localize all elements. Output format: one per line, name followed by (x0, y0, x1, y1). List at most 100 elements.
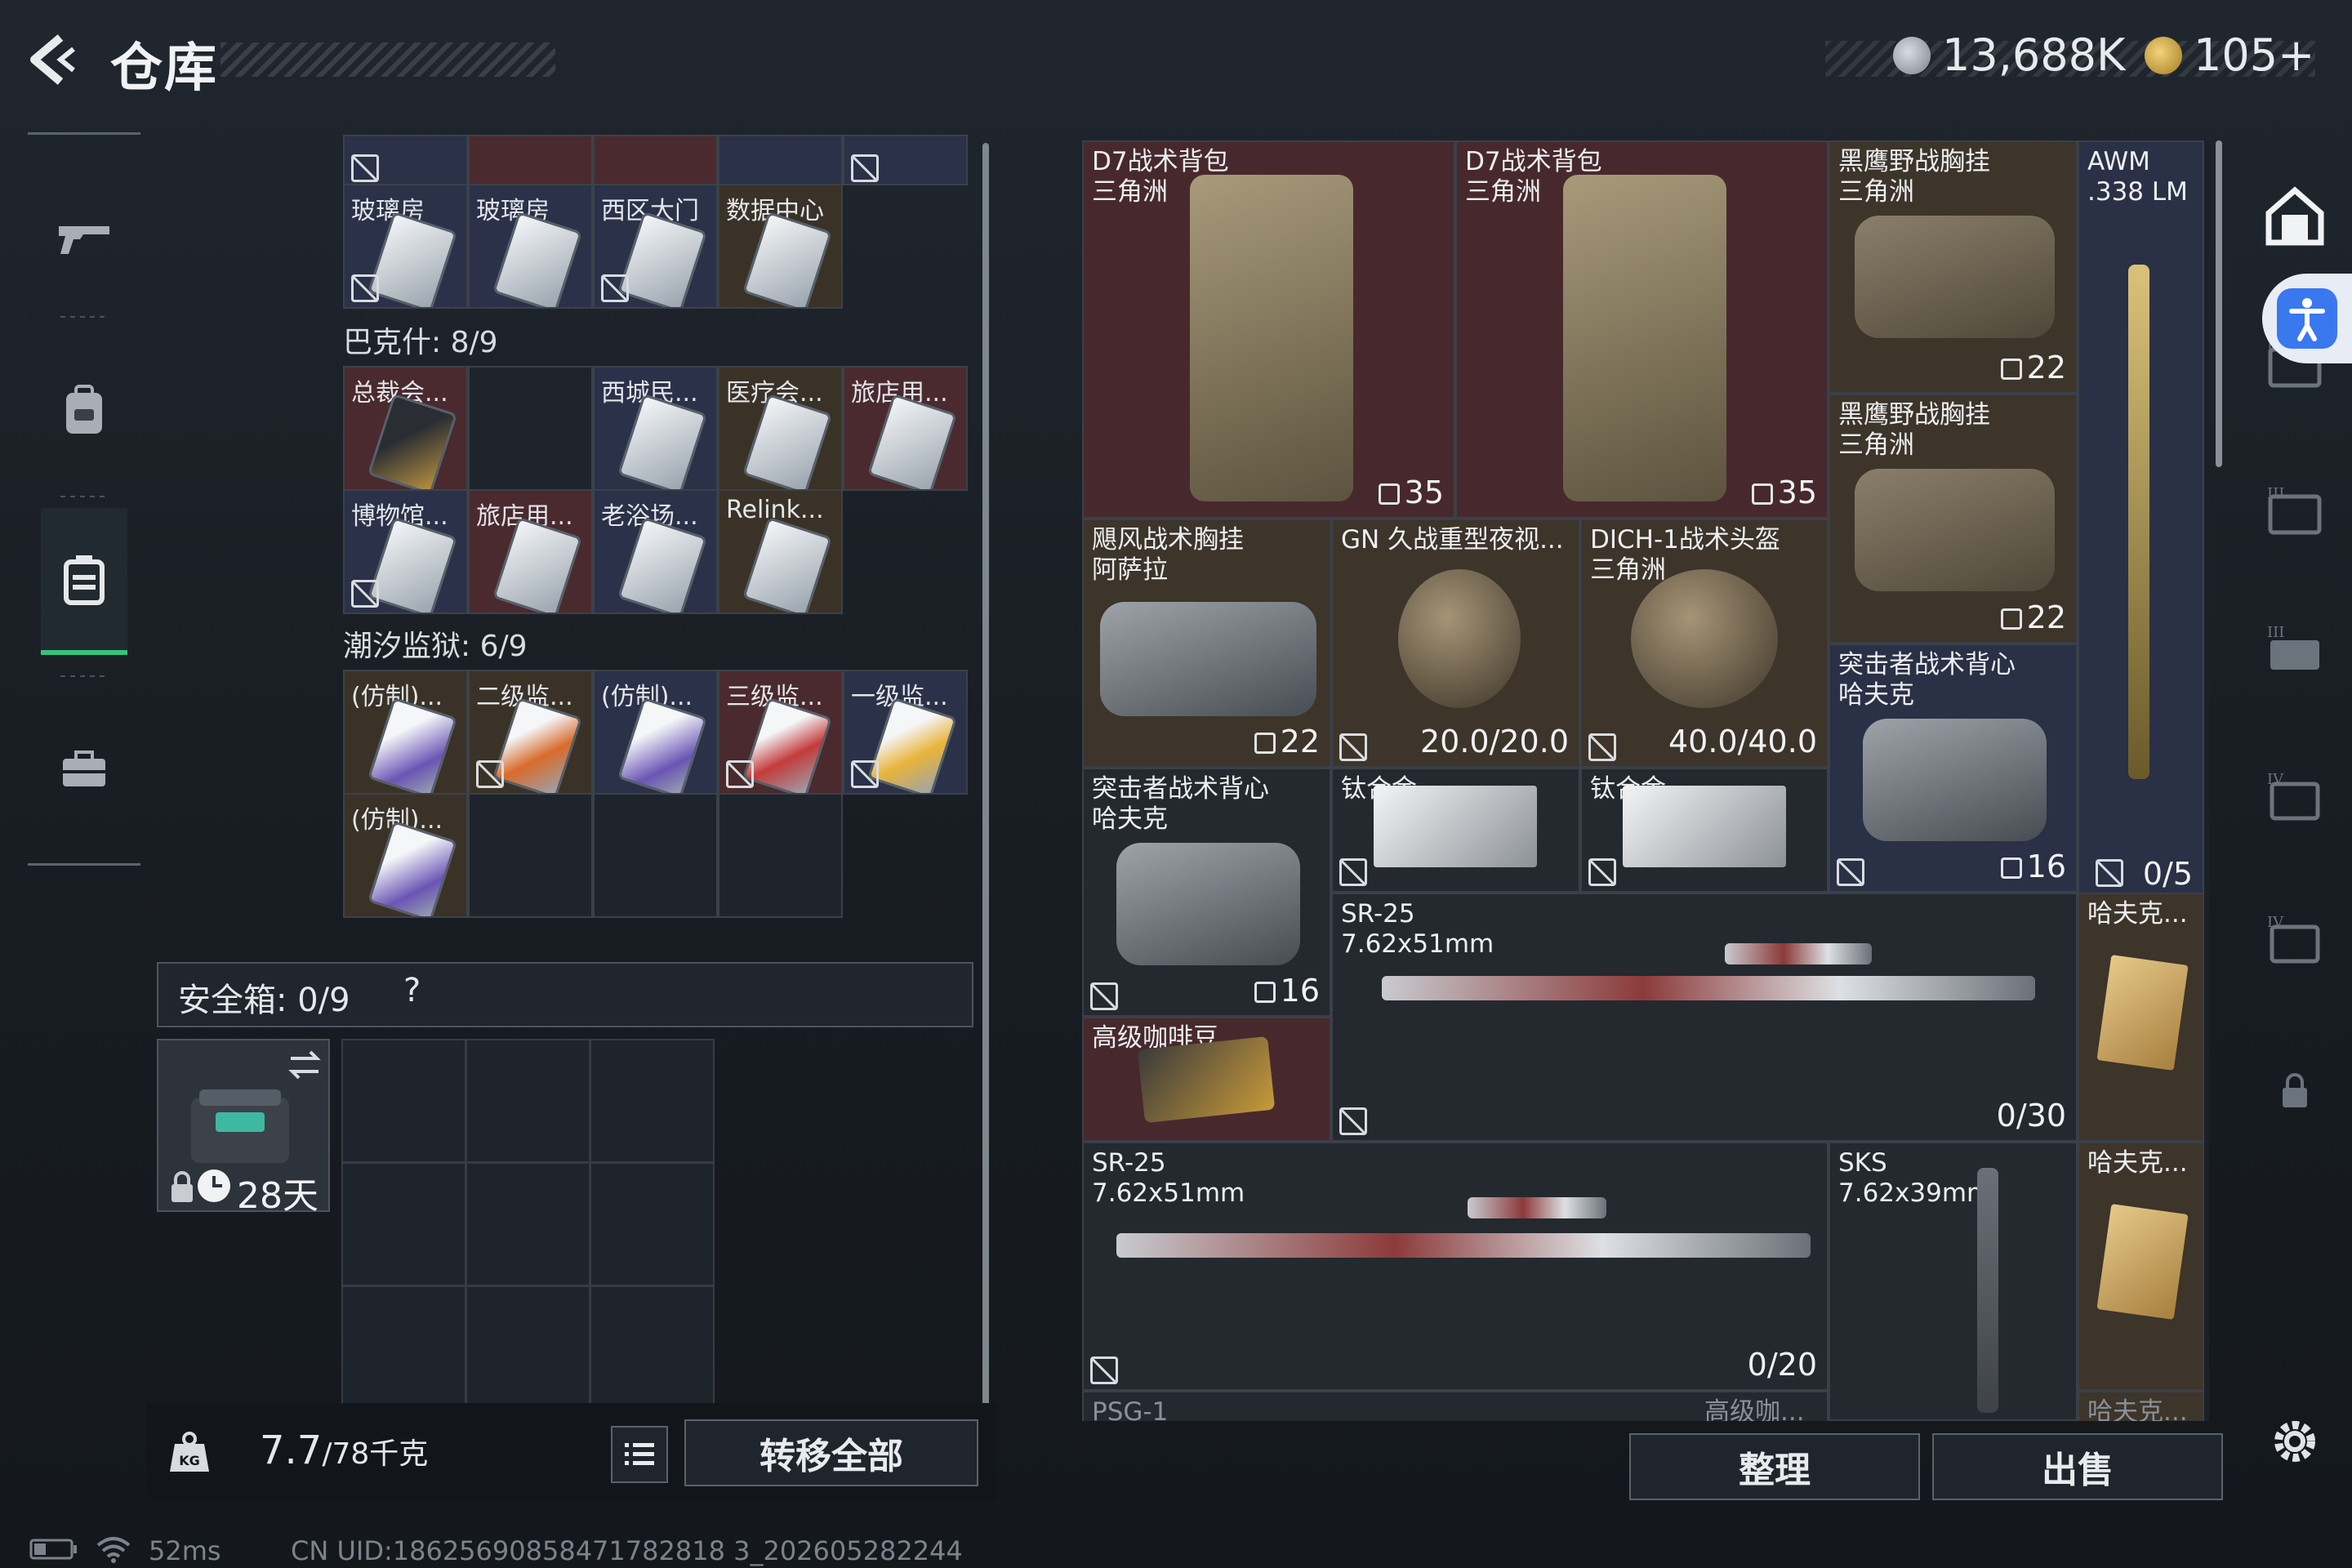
chest-rig-icon (1855, 469, 2055, 591)
key-slot[interactable] (718, 135, 843, 185)
list-view-button[interactable] (611, 1426, 668, 1483)
gold-currency[interactable]: 105+ (2145, 29, 2314, 81)
sidebar-item-container[interactable]: III (2262, 478, 2328, 543)
nav-item-backpack[interactable] (41, 336, 127, 483)
warehouse-item-helmet[interactable]: DICH-1战术头盔 三角洲 40.0/40.0 (1580, 519, 1829, 768)
organize-button[interactable]: 整理 (1629, 1433, 1920, 1500)
safebox-slot[interactable] (466, 1285, 590, 1410)
warehouse-item-rifle[interactable]: SR-25 7.62x51mm 0/30 (1331, 893, 2078, 1142)
warehouse-item-chest-rig[interactable]: 黑鹰野战胸挂 三角洲 22 (1829, 394, 2078, 644)
key-slot[interactable]: 一级监... (843, 670, 968, 795)
transfer-all-button[interactable]: 转移全部 (684, 1419, 978, 1486)
item-capacity-value: 22 (1280, 724, 1320, 760)
key-slot[interactable]: 西城民... (593, 366, 718, 491)
key-slot[interactable] (593, 135, 718, 185)
safebox-slot[interactable] (341, 1039, 466, 1163)
no-insurance-icon (351, 580, 379, 608)
warehouse-item-vest[interactable]: 突击者战术背心 哈夫克 16 (1829, 644, 2078, 893)
warehouse-item-rifle[interactable]: SKS 7.62x39mm (1829, 1142, 2078, 1421)
key-slot[interactable]: (仿制)... (343, 670, 468, 795)
nav-item-case[interactable] (41, 508, 127, 655)
safebox-header: 安全箱: 0/9 ? (157, 962, 973, 1027)
key-slot[interactable]: 二级监... (468, 670, 593, 795)
safebox-slot[interactable] (341, 1285, 466, 1410)
safebox-slot[interactable] (590, 1162, 715, 1286)
rifle-icon (2128, 265, 2149, 779)
key-slot[interactable]: 旅店用... (843, 366, 968, 491)
safebox-slot[interactable] (590, 1285, 715, 1410)
key-slot-empty[interactable] (468, 793, 593, 918)
key-slot[interactable] (468, 135, 593, 185)
warehouse-item-chest-rig[interactable]: 飓风战术胸挂 阿萨拉 22 (1082, 519, 1331, 768)
safebox-container[interactable]: 28天 (157, 1039, 330, 1217)
key-slot-empty[interactable] (718, 793, 843, 918)
svg-text:IV: IV (2267, 771, 2284, 788)
key-slot[interactable]: 三级监... (718, 670, 843, 795)
warehouse-item-chest-rig[interactable]: 黑鹰野战胸挂 三角洲 22 (1829, 140, 2078, 394)
page-title: 仓库 (110, 38, 218, 99)
sidebar-item-container[interactable]: III (2262, 617, 2328, 682)
safebox-slot[interactable] (590, 1039, 715, 1163)
no-insurance-icon (1339, 858, 1367, 886)
key-slot[interactable]: 总裁会... (343, 366, 468, 491)
item-name: 飓风战术胸挂 阿萨拉 (1092, 525, 1244, 585)
warehouse-item-intel[interactable]: 哈夫克... (2078, 1391, 2204, 1421)
safebox-slot[interactable] (341, 1162, 466, 1286)
back-button[interactable] (24, 31, 90, 88)
key-slot[interactable]: 西区大门 (593, 184, 718, 309)
sidebar-item-vault[interactable] (2262, 184, 2328, 249)
settings-button[interactable] (2262, 1409, 2328, 1474)
key-slot[interactable]: 老浴场... (593, 489, 718, 614)
sidebar-item-container[interactable]: IV (2262, 764, 2328, 829)
no-insurance-icon (601, 274, 629, 302)
keycard-icon (742, 516, 833, 612)
left-scrollbar[interactable] (982, 143, 989, 1421)
key-slot[interactable]: 玻璃房 (343, 184, 468, 309)
key-slot[interactable]: 旅店用... (468, 489, 593, 614)
key-slot[interactable] (843, 135, 968, 185)
key-slot[interactable]: 博物馆... (343, 489, 468, 614)
warehouse-item-rifle[interactable]: PSG-1 高级咖... (1082, 1391, 1829, 1421)
warehouse-item-valuable[interactable]: 高级咖啡豆 (1082, 1017, 1331, 1142)
warehouse-scrollbar[interactable] (2216, 140, 2222, 467)
item-capacity-value: 35 (1777, 474, 1817, 510)
nav-item-weapons[interactable] (41, 165, 127, 312)
clock-icon (198, 1169, 230, 1202)
warehouse-item-helmet[interactable]: GN 久战重型夜视... 20.0/20.0 (1331, 519, 1580, 768)
key-slot[interactable] (343, 135, 468, 185)
safebox-slot[interactable] (466, 1162, 590, 1286)
key-slot[interactable]: (仿制)... (593, 670, 718, 795)
warehouse-item-backpack[interactable]: D7战术背包 三角洲 35 (1082, 140, 1455, 519)
titanium-icon (1623, 786, 1786, 867)
warehouse-item-rifle[interactable]: SR-25 7.62x51mm 0/20 (1082, 1142, 1829, 1391)
warehouse-item-intel[interactable]: 哈夫克... (2078, 1142, 2204, 1391)
warehouse-item-rifle[interactable]: AWM .338 LM 0/5 (2078, 140, 2204, 900)
sell-button[interactable]: 出售 (1932, 1433, 2223, 1500)
key-slot[interactable]: 玻璃房 (468, 184, 593, 309)
item-name: 哈夫克... (2087, 1397, 2188, 1421)
safebox-slot[interactable] (466, 1039, 590, 1163)
key-slot[interactable]: Relink... (718, 489, 843, 614)
key-slot[interactable]: 医疗会... (718, 366, 843, 491)
silver-coin-icon (1893, 36, 1931, 74)
warehouse-item-material[interactable]: 钛合金 (1580, 768, 1829, 893)
sidebar-item-container[interactable]: IV (2262, 906, 2328, 972)
warehouse-item-material[interactable]: 钛合金 (1331, 768, 1580, 893)
accessibility-button[interactable] (2262, 274, 2352, 363)
nav-item-briefcase[interactable] (41, 696, 127, 843)
item-capacity-value: 16 (2026, 849, 2066, 884)
safebox-duration: 28天 (237, 1175, 318, 1217)
warehouse-item-vest[interactable]: 突击者战术背心 哈夫克 16 (1082, 768, 1331, 1017)
item-capacity: 22 (1254, 724, 1320, 760)
warehouse-item-intel[interactable]: 哈夫克... (2078, 893, 2204, 1142)
key-slot-empty[interactable] (593, 793, 718, 918)
key-slot-empty[interactable] (468, 366, 593, 491)
key-slot[interactable]: 数据中心 (718, 184, 843, 309)
warehouse-item-backpack[interactable]: D7战术背包 三角洲 35 (1455, 140, 1829, 519)
help-icon[interactable]: ? (403, 972, 421, 1009)
key-slot[interactable]: (仿制)... (343, 793, 468, 918)
sidebar-item-locked[interactable] (2262, 1058, 2328, 1123)
left-nav (28, 132, 140, 875)
chest-rig-icon (1100, 602, 1316, 716)
nav-divider (28, 132, 140, 135)
